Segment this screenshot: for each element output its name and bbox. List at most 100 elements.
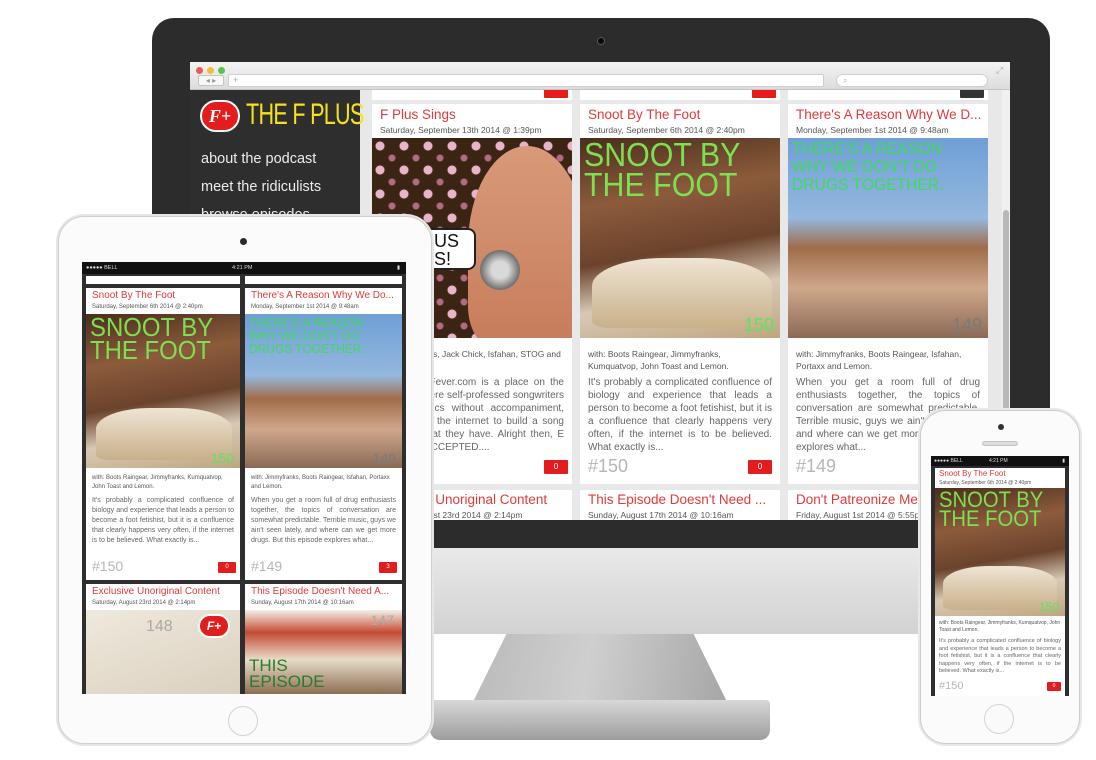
status-time: 4:21 PM bbox=[989, 458, 1008, 464]
microphone-icon bbox=[480, 250, 520, 290]
episode-image-number: 147 bbox=[370, 612, 394, 628]
episode-guests: with: Boots Raingear, Jimmyfranks, Kumqu… bbox=[588, 349, 729, 371]
episode-image-number: 149 bbox=[951, 315, 982, 335]
episode-image[interactable]: 148 F+ bbox=[86, 610, 240, 694]
episode-title[interactable]: This Episode Doesn't Need A... bbox=[251, 586, 389, 597]
episode-image[interactable]: 147 THIS EPISODE bbox=[245, 610, 402, 694]
episode-image-title: THERE'S A REASON WHY WE DON'T DO DRUGS T… bbox=[249, 315, 365, 356]
zoom-window-icon[interactable] bbox=[218, 67, 225, 74]
comment-badge[interactable] bbox=[544, 90, 568, 98]
episode-card[interactable]: Snoot By The Foot Saturday, September 6t… bbox=[935, 468, 1065, 696]
episode-date: Sunday, August 17th 2014 @ 10:16am bbox=[251, 600, 354, 606]
logo-mark-icon: F+ bbox=[198, 614, 230, 638]
carrier-signal: ●●●●● BELL bbox=[934, 458, 963, 464]
episode-image[interactable]: SNOOT BY THE FOOT 150 bbox=[86, 314, 240, 468]
tablet-screen: ●●●●● BELL 4:21 PM ▮ Snoot By The Foot S… bbox=[82, 262, 406, 694]
speaker-grille bbox=[982, 441, 1018, 446]
episode-image[interactable]: THERE'S A REASON WHY WE DON'T DO DRUGS T… bbox=[245, 314, 402, 468]
episode-card-previous bbox=[580, 90, 780, 100]
episode-date: Saturday, September 6th 2014 @ 2:40pm bbox=[92, 304, 203, 310]
fullscreen-icon[interactable]: ⤢ bbox=[996, 65, 1003, 76]
episode-description: It's probably a complicated confluence o… bbox=[588, 377, 772, 453]
episode-guests: nks, Jack Chick, Isfahan, STOG and bbox=[424, 349, 561, 359]
imac-stand bbox=[470, 634, 730, 708]
comment-count-badge[interactable]: 0 bbox=[218, 562, 236, 573]
episode-image-title: SNOOT BY THE FOOT bbox=[90, 314, 213, 365]
minimize-window-icon[interactable] bbox=[207, 67, 214, 74]
episode-number: #150 bbox=[588, 456, 629, 476]
episode-title[interactable]: There's A Reason Why We Do... bbox=[251, 290, 394, 301]
episode-card-previous bbox=[245, 276, 402, 284]
episode-image-title: SNOOT BY THE FOOT bbox=[939, 488, 1043, 531]
episode-title[interactable]: This Episode Doesn't Need ... bbox=[588, 492, 766, 507]
episode-date: Monday, September 1st 2014 @ 9:48am bbox=[251, 304, 359, 310]
episode-card[interactable]: This Episode Doesn't Need A... Sunday, A… bbox=[245, 584, 402, 694]
nav-about-podcast[interactable]: about the podcast bbox=[201, 151, 316, 167]
close-window-icon[interactable] bbox=[196, 67, 203, 74]
camera-icon bbox=[597, 37, 605, 45]
episode-card[interactable]: There's A Reason Why We Do... Monday, Se… bbox=[245, 288, 402, 580]
episode-title[interactable]: Snoot By The Foot bbox=[92, 290, 175, 301]
status-bar: ●●●●● BELL 4:21 PM ▮ bbox=[82, 262, 406, 274]
episode-title[interactable]: Snoot By The Foot bbox=[939, 469, 1006, 478]
episode-card[interactable]: Exclusive Unoriginal Content Saturday, A… bbox=[86, 584, 240, 694]
episode-title[interactable]: Exclusive Unoriginal Content bbox=[92, 586, 220, 597]
episode-image[interactable]: THERE'S A REASON WHY WE DON'T DO DRUGS T… bbox=[788, 138, 988, 338]
episode-number: #150 bbox=[92, 558, 124, 574]
episode-date: Sunday, August 17th 2014 @ 10:16am bbox=[588, 510, 734, 520]
episode-title[interactable]: e Unoriginal Content bbox=[424, 492, 547, 507]
episode-description: It's probably a complicated confluence o… bbox=[92, 497, 234, 544]
episode-image[interactable]: SNOOT BY THE FOOT 150 bbox=[580, 138, 780, 338]
episode-date: Monday, September 1st 2014 @ 9:48am bbox=[796, 125, 949, 135]
comment-count-badge[interactable]: 3 bbox=[379, 562, 397, 573]
episode-number: #149 bbox=[796, 456, 837, 476]
episode-date: Friday, August 1st 2014 @ 5:55pm bbox=[796, 510, 927, 520]
episode-image-title: SNOOT BY THE FOOT bbox=[584, 138, 740, 203]
episode-date: Saturday, September 6th 2014 @ 2:40pm bbox=[588, 125, 745, 135]
battery-icon: ▮ bbox=[396, 265, 400, 271]
scrollbar-thumb[interactable] bbox=[1003, 210, 1009, 410]
episode-card[interactable]: Snoot By The Foot Saturday, September 6t… bbox=[86, 288, 240, 580]
episode-description: It's probably a complicated confluence o… bbox=[939, 638, 1061, 674]
episode-card[interactable]: This Episode Doesn't Need ... Sunday, Au… bbox=[580, 490, 780, 520]
episode-date: gust 23rd 2014 @ 2:14pm bbox=[424, 510, 523, 520]
episode-number: #150 bbox=[939, 680, 964, 692]
episode-title[interactable]: Don't Patreonize Me bbox=[796, 492, 918, 507]
browser-toolbar: ◂ ▸ + ⌕ ⤢ bbox=[190, 62, 1010, 90]
browser-search-input[interactable]: ⌕ bbox=[836, 74, 988, 87]
home-button[interactable] bbox=[228, 706, 258, 736]
comment-count-badge[interactable]: 0 bbox=[544, 460, 568, 474]
back-forward-buttons[interactable]: ◂ ▸ bbox=[198, 75, 224, 86]
episode-image[interactable]: SNOOT BY THE FOOT 150 bbox=[935, 488, 1065, 616]
comment-count-badge[interactable]: 0 bbox=[748, 460, 772, 474]
address-bar[interactable]: + bbox=[228, 74, 824, 87]
episode-title[interactable]: There's A Reason Why We D... bbox=[796, 107, 981, 122]
episode-image-number: 149 bbox=[372, 450, 396, 466]
comment-badge[interactable] bbox=[960, 90, 984, 98]
episode-description: When you get a room full of drug enthusi… bbox=[251, 497, 396, 544]
home-button[interactable] bbox=[984, 704, 1014, 734]
episode-card[interactable]: Snoot By The Foot Saturday, September 6t… bbox=[580, 104, 780, 484]
episode-card-previous bbox=[86, 276, 240, 284]
episode-date: Saturday, September 6th 2014 @ 2:40pm bbox=[939, 480, 1032, 486]
nav-meet-ridiculists[interactable]: meet the ridiculists bbox=[201, 179, 321, 195]
episode-card-previous bbox=[372, 90, 572, 100]
episode-number: #149 bbox=[251, 558, 283, 574]
logo-text: THE F PLUS bbox=[246, 98, 364, 131]
comment-count-badge[interactable]: 0 bbox=[1047, 682, 1061, 691]
episode-description: gFever.com is a place on the here self-p… bbox=[424, 377, 564, 453]
episode-image-number: 150 bbox=[210, 450, 234, 466]
episode-guests: with: Jimmyfranks, Boots Raingear, Isfah… bbox=[796, 349, 962, 371]
episode-title[interactable]: Snoot By The Foot bbox=[588, 107, 700, 122]
camera-icon bbox=[998, 424, 1004, 430]
camera-icon bbox=[240, 238, 247, 245]
carrier-signal: ●●●●● BELL bbox=[86, 265, 118, 271]
episode-guests: with: Boots Raingear, Jimmyfranks, Kumqu… bbox=[92, 475, 223, 490]
comment-badge[interactable] bbox=[752, 90, 776, 98]
status-bar: ●●●●● BELL 4:21 PM ▮ bbox=[931, 456, 1069, 466]
singer-figure bbox=[468, 146, 572, 338]
episode-title[interactable]: F Plus Sings bbox=[380, 107, 456, 122]
imac-foot bbox=[430, 700, 770, 740]
episode-image-number: 150 bbox=[743, 315, 774, 335]
episode-date: Saturday, September 13th 2014 @ 1:39pm bbox=[380, 125, 542, 135]
